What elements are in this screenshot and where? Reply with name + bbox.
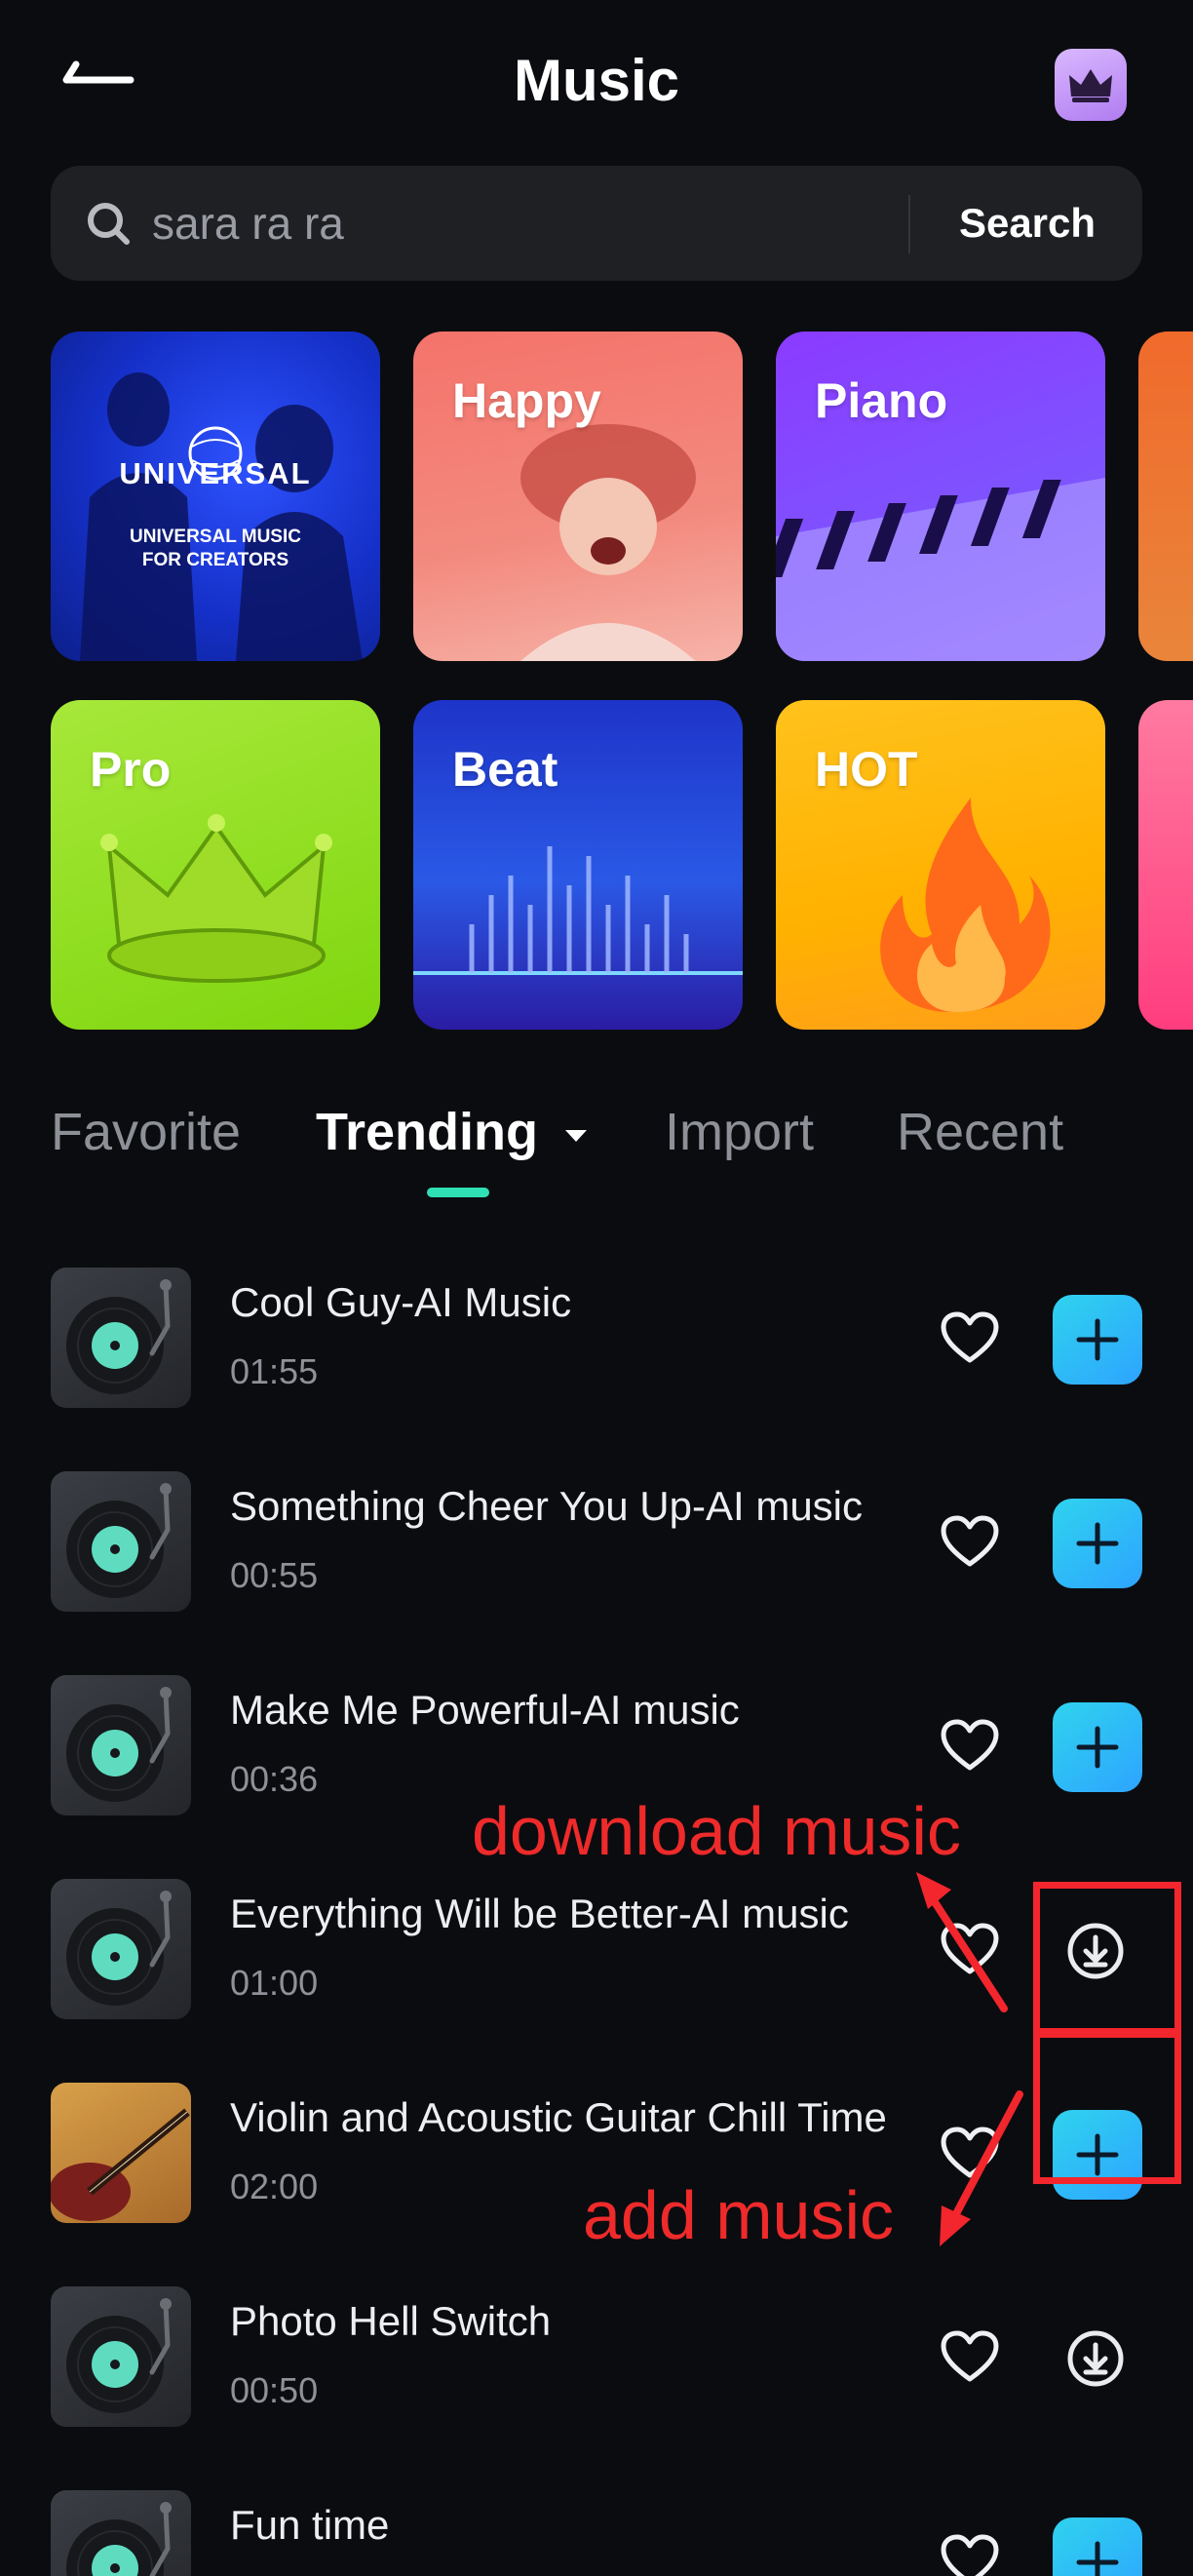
crown-icon xyxy=(1069,69,1112,102)
plus-icon xyxy=(1076,1522,1119,1565)
search-button[interactable]: Search xyxy=(912,166,1142,281)
dropdown-caret-icon xyxy=(565,1129,588,1142)
header: Music xyxy=(0,0,1193,166)
category-beat[interactable]: Beat xyxy=(413,700,743,1030)
plus-icon xyxy=(1076,1726,1119,1769)
annotation-arrow-add xyxy=(940,2090,1023,2246)
track-title: Cool Guy-AI Music xyxy=(230,1279,572,1325)
tab-favorite[interactable]: Favorite xyxy=(51,1102,241,1162)
favorite-heart-icon[interactable] xyxy=(940,1514,1000,1569)
vinyl-record-icon xyxy=(66,2502,172,2576)
download-icon[interactable] xyxy=(1064,2327,1127,2390)
add-music-button[interactable] xyxy=(1053,1702,1142,1792)
active-tab-indicator xyxy=(427,1188,489,1197)
track-title: Violin and Acoustic Guitar Chill Time xyxy=(230,2094,887,2140)
add-music-button[interactable] xyxy=(1053,1295,1142,1385)
track-thumbnail xyxy=(51,1268,191,1408)
track-duration: 00:36 xyxy=(230,1759,319,1799)
search-icon xyxy=(88,203,130,245)
track-title: Photo Hell Switch xyxy=(230,2298,552,2344)
track-duration: 01:55 xyxy=(230,1351,319,1391)
annotation-box-add xyxy=(1033,2028,1181,2184)
track-row[interactable]: Photo Hell Switch 00:50 xyxy=(0,2286,1193,2433)
vinyl-record-icon xyxy=(66,1483,172,1598)
vinyl-record-icon xyxy=(66,1687,172,1802)
favorite-heart-icon[interactable] xyxy=(940,1310,1000,1365)
favorite-heart-icon[interactable] xyxy=(940,1718,1000,1773)
track-thumbnail xyxy=(51,1471,191,1612)
vinyl-record-icon xyxy=(66,1279,172,1394)
category-partial-orange[interactable] xyxy=(1138,332,1193,661)
track-title: Something Cheer You Up-AI music xyxy=(230,1483,864,1529)
track-row[interactable]: Fun time xyxy=(0,2490,1193,2576)
track-duration: 00:50 xyxy=(230,2370,319,2410)
category-label: Piano xyxy=(815,373,948,428)
favorite-heart-icon[interactable] xyxy=(940,2329,1000,2384)
tab-recent[interactable]: Recent xyxy=(897,1102,1063,1162)
category-partial-pink[interactable] xyxy=(1138,700,1193,1030)
track-duration: 00:55 xyxy=(230,1555,319,1595)
track-title: Everything Will be Better-AI music xyxy=(230,1891,849,1936)
universal-logo-text: UNIVERSAL xyxy=(119,456,312,490)
vinyl-record-icon xyxy=(66,1891,172,2006)
search-divider xyxy=(908,195,910,254)
category-pro[interactable]: Pro xyxy=(51,700,380,1030)
add-music-button[interactable] xyxy=(1053,2517,1142,2576)
track-thumbnail xyxy=(51,1879,191,2019)
tab-import[interactable]: Import xyxy=(665,1102,814,1162)
favorite-heart-icon[interactable] xyxy=(940,2533,1000,2576)
track-thumbnail xyxy=(51,2490,191,2576)
annotation-box-download xyxy=(1033,1882,1181,2038)
universal-subtitle-1: UNIVERSAL MUSIC xyxy=(130,527,301,547)
category-label: Pro xyxy=(90,742,172,797)
track-thumbnail xyxy=(51,1675,191,1815)
category-label: Beat xyxy=(452,742,558,797)
track-row[interactable]: Something Cheer You Up-AI music 00:55 xyxy=(0,1471,1193,1618)
plus-icon xyxy=(1076,2541,1119,2576)
tab-trending[interactable]: Trending xyxy=(316,1102,590,1162)
plus-icon xyxy=(1076,1318,1119,1361)
track-thumbnail xyxy=(51,2083,191,2223)
category-universal[interactable]: UNIVERSAL UNIVERSAL MUSIC FOR CREATORS xyxy=(51,332,380,661)
guitar-thumbnail-icon xyxy=(51,2108,190,2221)
track-row[interactable]: Cool Guy-AI Music 01:55 xyxy=(0,1268,1193,1414)
add-music-button[interactable] xyxy=(1053,1499,1142,1588)
track-duration: 01:00 xyxy=(230,1963,319,2003)
premium-button[interactable] xyxy=(1055,49,1127,121)
vinyl-record-icon xyxy=(66,2298,172,2413)
track-thumbnail xyxy=(51,2286,191,2427)
category-hot[interactable]: HOT xyxy=(776,700,1105,1030)
category-piano[interactable]: Piano xyxy=(776,332,1105,661)
search-bar: Search xyxy=(51,166,1142,281)
track-title: Fun time xyxy=(230,2502,390,2548)
tab-trending-label: Trending xyxy=(316,1103,538,1161)
track-title: Make Me Powerful-AI music xyxy=(230,1687,740,1733)
category-label: Happy xyxy=(452,373,601,428)
category-happy[interactable]: Happy xyxy=(413,332,743,661)
annotation-download-label: download music xyxy=(472,1793,961,1869)
page-title: Music xyxy=(513,48,680,113)
annotation-add-label: add music xyxy=(583,2177,895,2253)
tab-bar: Favorite Trending Import Recent xyxy=(51,1102,1142,1199)
universal-subtitle-2: FOR CREATORS xyxy=(141,550,289,570)
silhouettes-image xyxy=(80,372,363,661)
search-input[interactable] xyxy=(152,189,932,257)
category-label: HOT xyxy=(815,742,918,797)
annotation-arrow-download xyxy=(916,1872,1008,2012)
track-duration: 02:00 xyxy=(230,2166,319,2206)
